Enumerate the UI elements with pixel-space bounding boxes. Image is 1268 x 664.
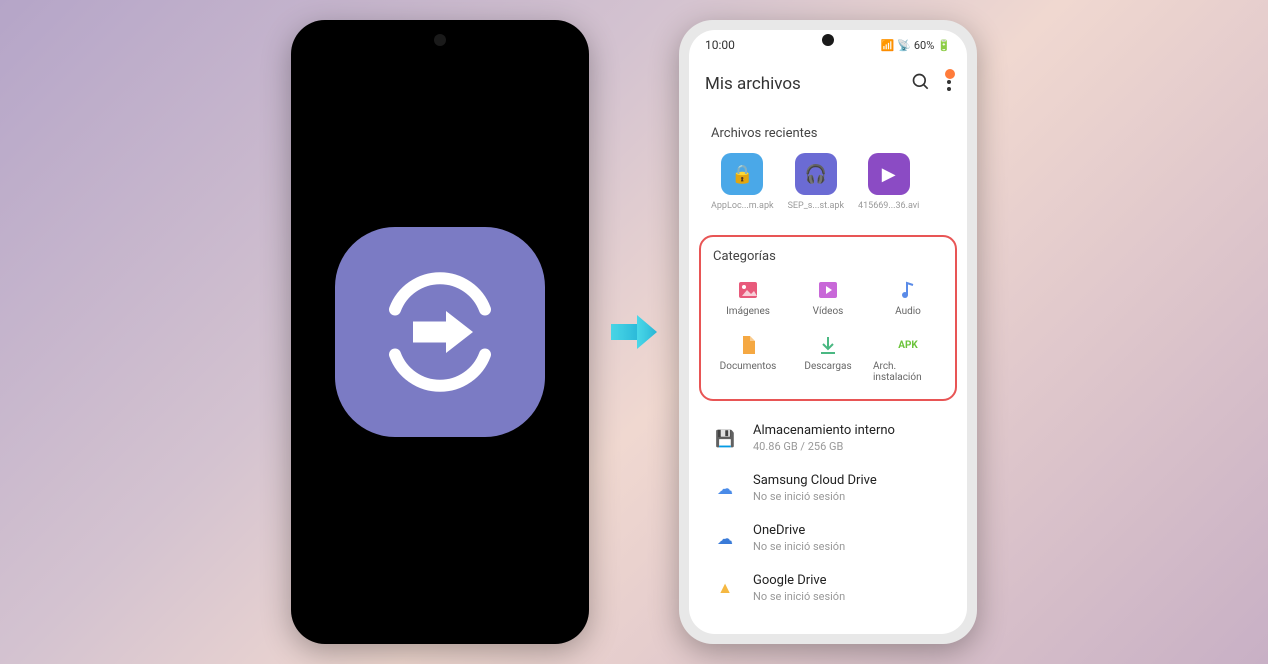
category-label: Imágenes <box>726 306 770 317</box>
category-label: Documentos <box>720 361 777 372</box>
storage-title: Samsung Cloud Drive <box>753 473 877 488</box>
storage-title: Almacenamiento interno <box>753 423 895 438</box>
apk-icon: APK <box>898 335 918 355</box>
storage-icon: ☁ <box>711 474 739 502</box>
storage-subtitle: No se inició sesión <box>753 540 845 553</box>
storage-title: OneDrive <box>753 523 845 538</box>
storage-subtitle: No se inició sesión <box>753 490 877 503</box>
category-label: Arch. instalación <box>873 361 943 383</box>
video-icon <box>819 280 837 300</box>
battery-text: 60% <box>914 39 934 52</box>
recent-file-label: 415669...36.avi <box>858 201 919 211</box>
recent-item[interactable]: ▶ 415669...36.avi <box>858 153 919 211</box>
phone-left <box>291 20 589 644</box>
camera-hole <box>822 34 834 46</box>
more-icon[interactable] <box>947 73 951 95</box>
recent-item[interactable]: 🎧 SEP_s...st.apk <box>788 153 844 211</box>
recent-file-label: SEP_s...st.apk <box>788 201 844 211</box>
download-icon <box>820 335 836 355</box>
doc-icon <box>741 335 755 355</box>
recent-title: Archivos recientes <box>711 126 945 141</box>
storage-subtitle: 40.86 GB / 256 GB <box>753 440 895 453</box>
storage-subtitle: No se inició sesión <box>753 590 845 603</box>
phone-right-screen: 10:00 📶 📡 60% 🔋 Mis archivos <box>689 30 967 634</box>
category-item-video[interactable]: Vídeos <box>793 280 863 317</box>
signal-icon: 📡 <box>897 39 911 52</box>
phone-right: 10:00 📶 📡 60% 🔋 Mis archivos <box>679 20 977 644</box>
category-item-apk[interactable]: APK Arch. instalación <box>873 335 943 383</box>
wifi-icon: 📶 <box>880 39 894 52</box>
recent-files-section: Archivos recientes 🔒 AppLoc...m.apk 🎧 SEP_s… <box>699 114 957 223</box>
arrow-icon <box>609 307 659 357</box>
storage-title: Google Drive <box>753 573 845 588</box>
recent-file-icon: 🎧 <box>795 153 837 195</box>
page-title: Mis archivos <box>705 74 801 94</box>
recent-item[interactable]: 🔒 AppLoc...m.apk <box>711 153 774 211</box>
storage-item[interactable]: ☁ Samsung Cloud Drive No se inició sesión <box>703 463 953 513</box>
storage-item[interactable]: ▲ Google Drive No se inició sesión <box>703 563 953 613</box>
nav-bar <box>689 619 967 634</box>
image-icon <box>739 280 757 300</box>
recent-file-icon: 🔒 <box>721 153 763 195</box>
storage-item[interactable]: ☁ OneDrive No se inició sesión <box>703 513 953 563</box>
storage-section: 💾 Almacenamiento interno 40.86 GB / 256 GB… <box>699 413 957 613</box>
notification-badge <box>945 69 955 79</box>
category-item-audio[interactable]: Audio <box>873 280 943 317</box>
nav-recents[interactable] <box>748 634 766 635</box>
phone-left-screen <box>301 30 579 634</box>
storage-icon: 💾 <box>711 424 739 452</box>
category-label: Descargas <box>804 361 851 372</box>
category-item-image[interactable]: Imágenes <box>713 280 783 317</box>
recent-file-icon: ▶ <box>868 153 910 195</box>
storage-icon: ▲ <box>711 574 739 602</box>
camera-hole <box>434 34 446 46</box>
categories-title: Categorías <box>713 249 943 264</box>
audio-icon <box>901 280 915 300</box>
recent-file-label: AppLoc...m.apk <box>711 201 774 211</box>
search-icon[interactable] <box>911 72 931 96</box>
quick-share-icon <box>335 227 545 437</box>
storage-icon: ☁ <box>711 524 739 552</box>
battery-icon: 🔋 <box>937 39 951 52</box>
storage-item[interactable]: 💾 Almacenamiento interno 40.86 GB / 256 GB <box>703 413 953 463</box>
category-item-download[interactable]: Descargas <box>793 335 863 383</box>
category-item-doc[interactable]: Documentos <box>713 335 783 383</box>
category-label: Audio <box>895 306 921 317</box>
nav-back[interactable] <box>896 633 908 634</box>
status-time: 10:00 <box>705 38 735 52</box>
nav-home[interactable] <box>823 633 839 634</box>
app-header: Mis archivos <box>689 60 967 108</box>
apk-icon: APK <box>898 340 918 351</box>
category-label: Vídeos <box>813 306 844 317</box>
categories-section: Categorías Imágenes Vídeos Audio Documentos… <box>699 235 957 401</box>
